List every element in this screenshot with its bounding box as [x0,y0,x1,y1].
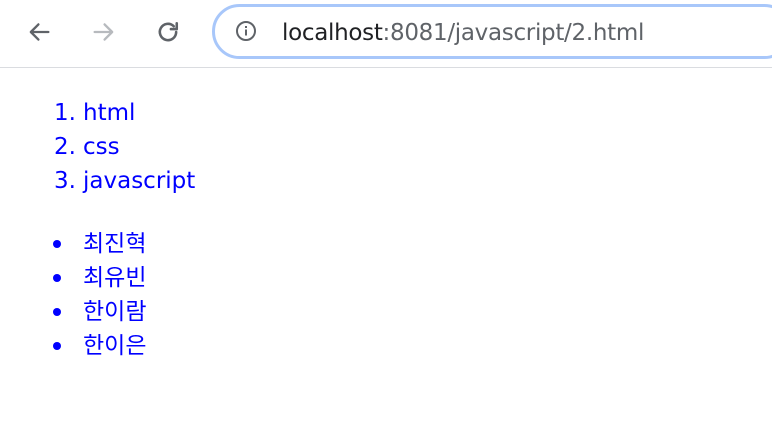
bullet-dot [53,342,61,350]
info-icon[interactable] [234,19,258,43]
forward-button[interactable] [86,14,122,50]
url-text[interactable]: localhost:8081/javascript/2.html [282,19,644,47]
bullet-dot [53,240,61,248]
reload-button[interactable] [150,14,186,50]
arrow-left-icon [29,23,50,41]
bullet-dot [53,308,61,316]
browser-toolbar: localhost:8081/javascript/2.html [0,0,772,68]
list-item-label: html [83,100,136,126]
list-number: 1. [54,100,76,126]
list-item-label: 한이은 [83,333,147,359]
reload-icon [158,21,179,42]
list-item-label: 한이람 [83,299,147,325]
list-item-label: 최진혁 [83,231,147,257]
back-button[interactable] [21,14,57,50]
list-item-label: 최유빈 [83,265,147,291]
list-number: 2. [54,134,76,160]
bullet-dot [53,274,61,282]
list-item-label: css [83,134,120,160]
list-item-label: javascript [83,168,196,194]
arrow-right-icon [93,23,114,41]
list-number: 3. [54,168,76,194]
address-bar[interactable]: localhost:8081/javascript/2.html [212,4,772,59]
url-host: localhost [282,20,383,46]
url-path: :8081/javascript/2.html [382,20,645,46]
